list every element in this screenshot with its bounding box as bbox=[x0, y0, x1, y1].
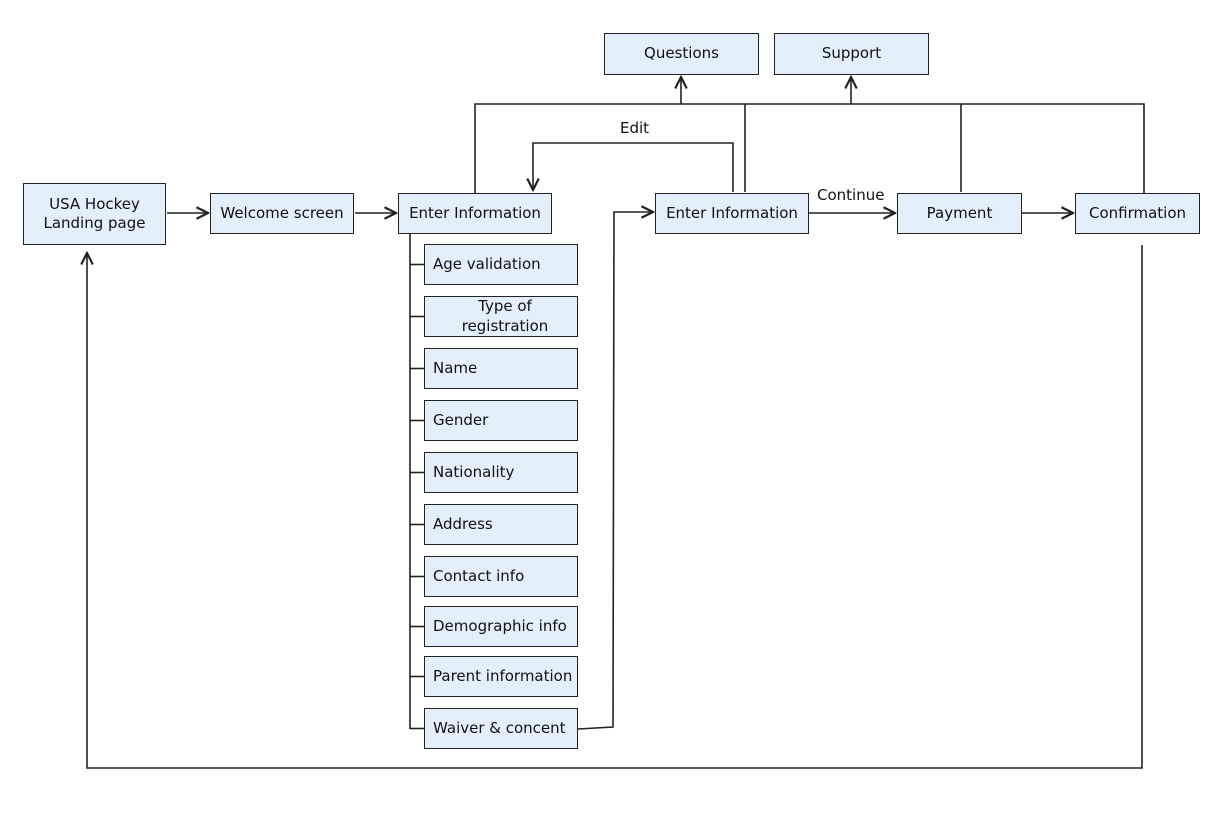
sub-item[interactable]: Demographic info bbox=[424, 606, 578, 647]
sub-item[interactable]: Age validation bbox=[424, 244, 578, 285]
top-bus bbox=[474, 103, 1145, 193]
sub-item[interactable]: Parent information bbox=[424, 656, 578, 697]
sub-item[interactable]: Name bbox=[424, 348, 578, 389]
node-questions[interactable]: Questions bbox=[604, 33, 759, 75]
sub-item[interactable]: Waiver & concent bbox=[424, 708, 578, 749]
node-landing-line2: Landing page bbox=[43, 214, 146, 232]
node-enter-info-2[interactable]: Enter Information bbox=[655, 193, 809, 234]
sub-item[interactable]: Gender bbox=[424, 400, 578, 441]
node-confirmation[interactable]: Confirmation bbox=[1075, 193, 1200, 234]
node-landing[interactable]: USA Hockey Landing page bbox=[23, 183, 166, 245]
node-landing-line1: USA Hockey bbox=[49, 194, 140, 213]
flow-diagram: USA Hockey Landing page Welcome screen E… bbox=[0, 0, 1222, 816]
sub-ticks bbox=[410, 263, 424, 730]
sub-item[interactable]: Type of registration bbox=[424, 296, 578, 337]
sub-item[interactable]: Contact info bbox=[424, 556, 578, 597]
sub-item[interactable]: Nationality bbox=[424, 452, 578, 493]
edge-label-edit: Edit bbox=[620, 119, 650, 137]
node-support[interactable]: Support bbox=[774, 33, 929, 75]
edge-edit bbox=[533, 142, 734, 192]
node-welcome[interactable]: Welcome screen bbox=[210, 193, 354, 234]
connectors bbox=[0, 0, 1145, 769]
node-enter-info-1[interactable]: Enter Information bbox=[398, 193, 552, 234]
edge-waiver-enter2 bbox=[577, 212, 653, 730]
edge-label-continue: Continue bbox=[817, 186, 885, 204]
sub-item[interactable]: Address bbox=[424, 504, 578, 545]
node-payment[interactable]: Payment bbox=[897, 193, 1022, 234]
